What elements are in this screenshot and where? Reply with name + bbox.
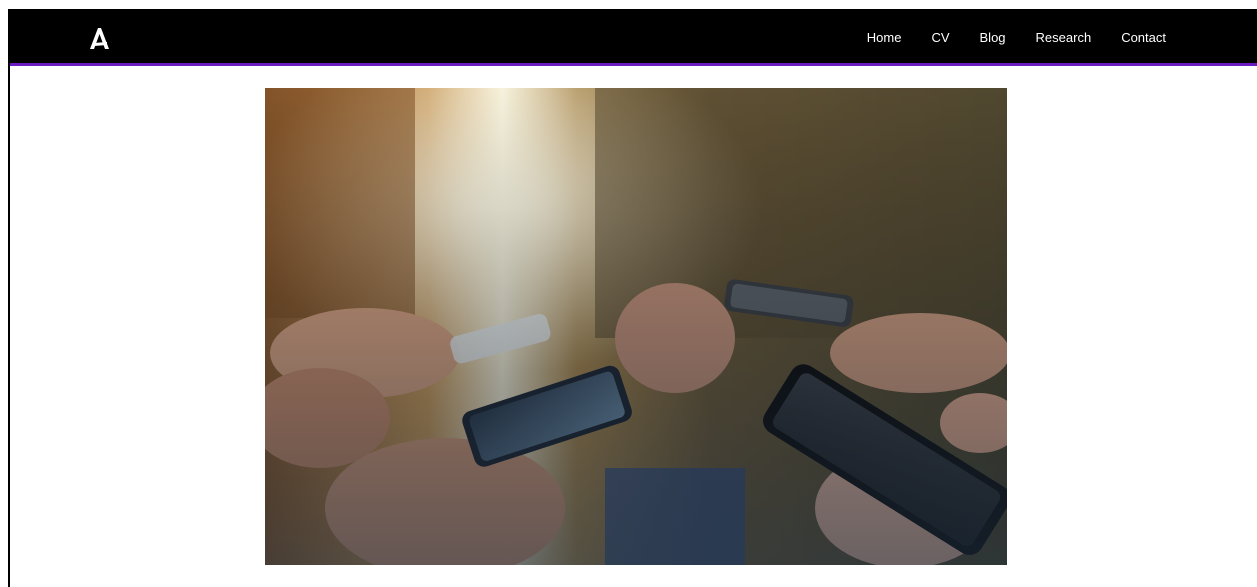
nav-link-cv[interactable]: CV	[916, 9, 964, 66]
page-frame: Home CV Blog Research Contact	[8, 9, 1257, 587]
nav-link-contact[interactable]: Contact	[1106, 9, 1181, 66]
main-nav: Home CV Blog Research Contact	[852, 9, 1181, 66]
smartphones-photo-illustration	[265, 88, 1007, 565]
nav-link-research[interactable]: Research	[1021, 9, 1107, 66]
nav-link-home[interactable]: Home	[852, 9, 917, 66]
hero-image	[265, 88, 1007, 565]
top-navbar: Home CV Blog Research Contact	[10, 9, 1257, 66]
site-logo-icon[interactable]	[88, 26, 110, 50]
nav-link-blog[interactable]: Blog	[965, 9, 1021, 66]
